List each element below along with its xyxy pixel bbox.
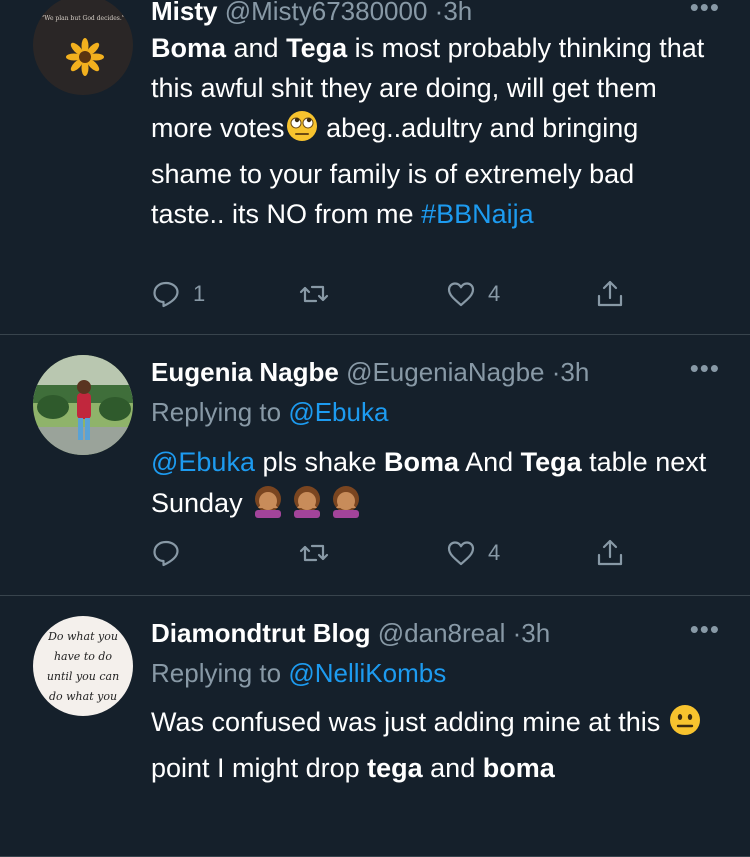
tweet-text: @Ebuka pls shake Boma And Tega table nex… <box>151 442 714 529</box>
bold-text: Boma <box>151 33 227 63</box>
tweet-text: Boma and Tega is most probably thinking … <box>151 28 714 234</box>
share-button[interactable] <box>595 274 625 314</box>
facepalm-emoji <box>250 482 364 529</box>
more-icon[interactable]: ••• <box>690 0 720 23</box>
avatar-quote: "We plan but God decides." <box>42 15 125 22</box>
tweet-actions: 1 4 <box>151 274 651 314</box>
avatar-text: have to do <box>54 650 112 663</box>
display-name[interactable]: Misty <box>151 0 217 26</box>
like-count: 4 <box>488 540 501 565</box>
reply-icon <box>153 540 179 567</box>
user-handle[interactable]: @dan8real <box>378 618 506 648</box>
share-icon <box>597 539 623 566</box>
heart-icon <box>447 282 475 307</box>
share-button[interactable] <box>595 533 625 573</box>
bold-text: Tega <box>286 33 348 63</box>
retweet-icon <box>299 285 329 303</box>
mention-link[interactable]: @NelliKombs <box>288 658 446 688</box>
user-handle[interactable]: @EugeniaNagbe <box>346 357 544 387</box>
replying-to: Replying to @Ebuka <box>151 395 388 429</box>
retweet-icon <box>299 544 329 562</box>
text-segment: pls shake <box>254 447 385 477</box>
avatar[interactable]: "We plan but God decides." <box>33 0 133 95</box>
avatar-text: do what you <box>49 690 117 703</box>
retweet-button[interactable] <box>299 274 341 314</box>
reply-count: 1 <box>193 281 206 306</box>
avatar[interactable] <box>33 355 133 455</box>
replying-label: Replying to <box>151 658 289 688</box>
bold-text: boma <box>482 753 555 783</box>
tweet-actions: 4 <box>151 533 651 573</box>
avatar-text: Do what you <box>47 630 118 643</box>
heart-icon <box>447 541 475 566</box>
text-segment: and <box>226 33 287 63</box>
share-icon <box>597 280 623 307</box>
display-name[interactable]: Eugenia Nagbe <box>151 357 339 387</box>
tweet-header: Misty @Misty67380000 ·3h <box>151 0 472 28</box>
text-segment: And <box>459 447 521 477</box>
eye-roll-emoji <box>285 109 319 154</box>
separator-dot: · <box>512 618 522 648</box>
more-icon[interactable]: ••• <box>690 353 720 384</box>
user-handle[interactable]: @Misty67380000 <box>225 0 428 26</box>
mention-link[interactable]: @Ebuka <box>288 397 388 427</box>
tweet-text: Was confused was just adding mine at thi… <box>151 702 714 788</box>
text-segment: Was confused was just adding mine at thi… <box>151 707 668 737</box>
text-segment: and <box>422 753 483 783</box>
replying-label: Replying to <box>151 397 289 427</box>
like-button[interactable]: 4 <box>446 533 500 573</box>
timestamp[interactable]: 3h <box>521 618 550 648</box>
reply-button[interactable]: 1 <box>151 274 205 314</box>
tweet[interactable]: Do what you have to do until you can do … <box>0 596 750 857</box>
timestamp[interactable]: 3h <box>560 357 589 387</box>
replying-to: Replying to @NelliKombs <box>151 656 446 690</box>
text-segment: point I might drop <box>151 753 368 783</box>
tweet[interactable]: Eugenia Nagbe @EugeniaNagbe ·3h ••• Repl… <box>0 335 750 596</box>
timestamp[interactable]: 3h <box>443 0 472 26</box>
like-count: 4 <box>488 281 501 306</box>
mention-link[interactable]: @Ebuka <box>151 447 255 477</box>
bold-text: Tega <box>520 447 582 477</box>
like-button[interactable]: 4 <box>446 274 500 314</box>
bold-text: Boma <box>384 447 460 477</box>
tweet-header: Eugenia Nagbe @EugeniaNagbe ·3h <box>151 355 589 389</box>
avatar[interactable]: Do what you have to do until you can do … <box>33 616 133 716</box>
hashtag-link[interactable]: #BBNaija <box>421 199 534 229</box>
reply-button[interactable] <box>151 533 193 573</box>
more-icon[interactable]: ••• <box>690 614 720 645</box>
neutral-face-emoji <box>668 703 702 748</box>
tweet[interactable]: "We plan but God decides." Misty @Misty6… <box>0 0 750 335</box>
tweet-header: Diamondtrut Blog @dan8real ·3h <box>151 616 550 650</box>
avatar-text: until you can <box>47 670 119 683</box>
display-name[interactable]: Diamondtrut Blog <box>151 618 371 648</box>
bold-text: tega <box>367 753 423 783</box>
retweet-button[interactable] <box>299 533 341 573</box>
reply-icon <box>153 281 179 308</box>
